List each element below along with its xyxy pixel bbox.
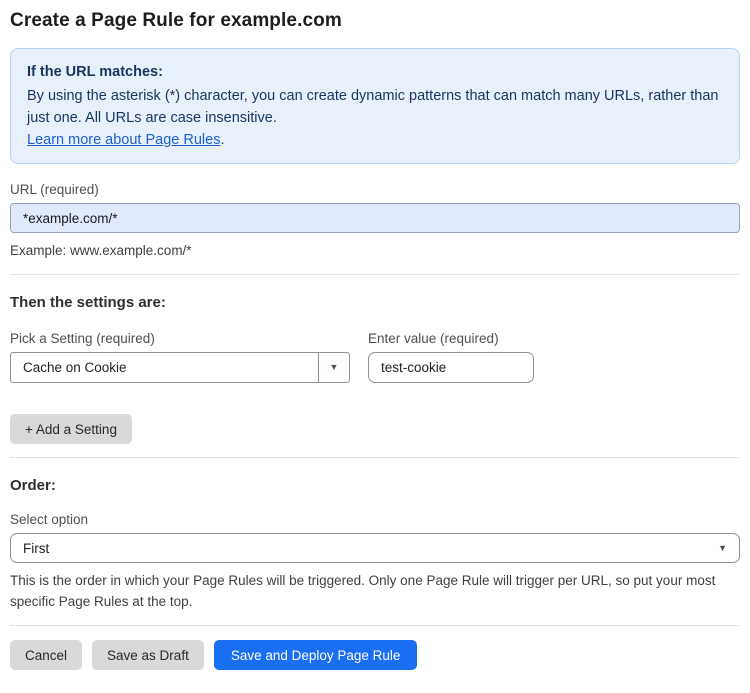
- setting-value-input[interactable]: [368, 352, 534, 383]
- page-title: Create a Page Rule for example.com: [10, 10, 342, 31]
- caret-down-icon: ▼: [329, 362, 339, 372]
- settings-heading: Then the settings are:: [10, 294, 166, 311]
- info-box-body: By using the asterisk (*) character, you…: [27, 88, 719, 126]
- setting-value-column: Enter value (required): [368, 313, 534, 383]
- order-heading: Order:: [10, 477, 56, 494]
- info-box-link-line: Learn more about Page Rules.: [27, 129, 723, 151]
- page-rule-form: Create a Page Rule for example.com If th…: [0, 10, 750, 670]
- setting-select[interactable]: Cache on Cookie ▼: [10, 352, 350, 383]
- caret-down-icon: ▼: [718, 542, 727, 553]
- order-helper-text: This is the order in which your Page Rul…: [10, 573, 716, 609]
- save-draft-button[interactable]: Save as Draft: [92, 640, 204, 670]
- divider-footer: [10, 625, 740, 626]
- footer-actions: Cancel Save as Draft Save and Deploy Pag…: [10, 640, 740, 670]
- url-match-info-box: If the URL matches: By using the asteris…: [10, 48, 740, 164]
- save-deploy-button[interactable]: Save and Deploy Page Rule: [213, 640, 418, 670]
- link-suffix: .: [220, 132, 225, 148]
- settings-row: Pick a Setting (required) Cache on Cooki…: [10, 313, 740, 383]
- url-input[interactable]: [10, 203, 740, 233]
- setting-select-value: Cache on Cookie: [23, 360, 127, 375]
- info-box-heading: If the URL matches:: [27, 64, 163, 80]
- setting-picker-column: Pick a Setting (required) Cache on Cooki…: [10, 313, 350, 383]
- select-option-label: Select option: [10, 512, 89, 527]
- learn-more-link[interactable]: Learn more about Page Rules: [27, 132, 220, 148]
- order-select[interactable]: First ▼: [10, 533, 740, 563]
- add-setting-button[interactable]: + Add a Setting: [10, 414, 132, 444]
- divider-url: [10, 274, 740, 275]
- cancel-button[interactable]: Cancel: [10, 640, 83, 670]
- url-label: URL (required): [10, 182, 99, 197]
- order-select-value: First: [23, 540, 50, 556]
- setting-select-arrow-button[interactable]: ▼: [318, 353, 349, 382]
- pick-setting-label: Pick a Setting (required): [10, 331, 155, 346]
- divider-settings: [10, 457, 740, 458]
- url-helper-text: Example: www.example.com/*: [10, 243, 192, 258]
- enter-value-label: Enter value (required): [368, 331, 499, 346]
